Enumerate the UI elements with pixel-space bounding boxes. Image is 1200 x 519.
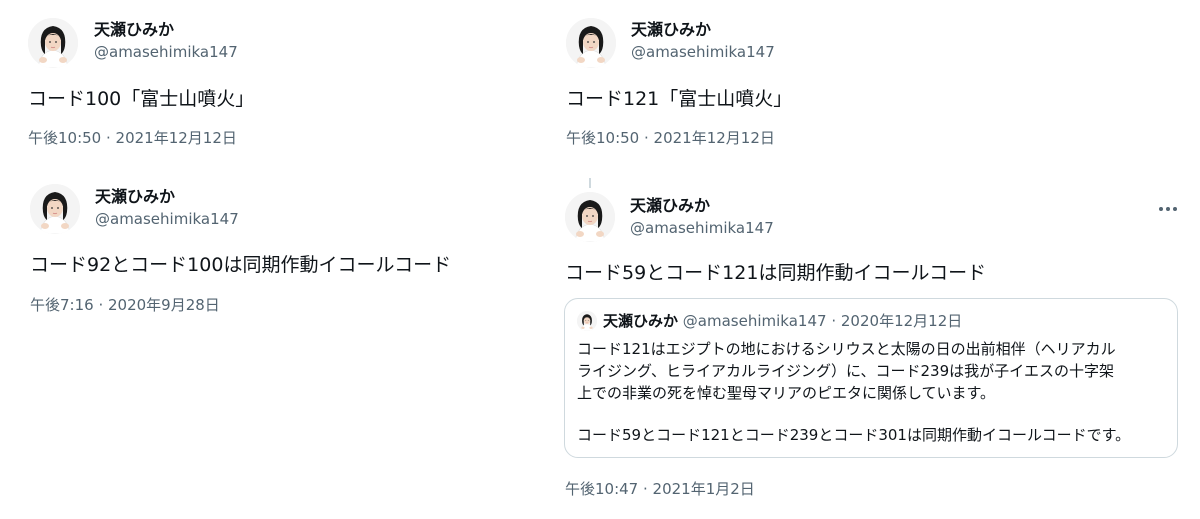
author-handle[interactable]: @amasehimika147 xyxy=(631,42,775,62)
quoted-text-line-3: 上での非業の死を悼む聖母マリアのピエタに関係しています。 xyxy=(577,384,996,402)
avatar[interactable] xyxy=(30,184,80,234)
author-handle[interactable]: @amasehimika147 xyxy=(95,209,239,229)
tweet-timestamp[interactable]: 午後10:47 · 2021年1月2日 xyxy=(565,479,755,499)
tweet-timestamp[interactable]: 午後10:50 · 2021年12月12日 xyxy=(566,128,775,148)
more-dots-svg xyxy=(1159,207,1177,211)
quoted-avatar[interactable] xyxy=(577,311,597,331)
avatar[interactable] xyxy=(28,18,78,68)
quoted-avatar-image xyxy=(577,311,597,331)
quoted-date[interactable]: 2020年12月12日 xyxy=(841,312,962,330)
quoted-tweet[interactable]: 天瀬ひみか @amasehimika147 · 2020年12月12日 コード1… xyxy=(564,298,1178,458)
avatar-image xyxy=(28,18,78,68)
avatar[interactable] xyxy=(565,192,615,242)
author-handle[interactable]: @amasehimika147 xyxy=(94,42,238,62)
quoted-separator: · xyxy=(831,312,837,330)
quoted-author-name[interactable]: 天瀬ひみか xyxy=(603,312,678,330)
avatar-image xyxy=(565,192,615,242)
avatar-image xyxy=(30,184,80,234)
author-name[interactable]: 天瀬ひみか xyxy=(94,20,174,40)
tweet-timestamp[interactable]: 午後7:16 · 2020年9月28日 xyxy=(30,295,220,315)
quoted-text-line-5: コード59とコード121とコード239とコード301は同期作動イコールコードです… xyxy=(577,426,1131,444)
tweet-text: コード121「富士山噴火」 xyxy=(566,88,793,110)
tweet-text: コード59とコード121は同期作動イコールコード xyxy=(565,262,987,284)
quoted-text-line-2: ライジング、ヒライアカルライジング）に、コード239は我が子イエスの十字架 xyxy=(577,362,1114,380)
avatar-image xyxy=(566,18,616,68)
quoted-author-handle[interactable]: @amasehimika147 xyxy=(683,312,827,330)
author-handle[interactable]: @amasehimika147 xyxy=(630,218,774,238)
author-name[interactable]: 天瀬ひみか xyxy=(95,187,175,207)
thread-connector-line xyxy=(589,178,591,188)
author-name[interactable]: 天瀬ひみか xyxy=(630,196,710,216)
tweet-text: コード92とコード100は同期作動イコールコード xyxy=(30,254,452,276)
author-name[interactable]: 天瀬ひみか xyxy=(631,20,711,40)
quoted-text-line-1: コード121はエジプトの地におけるシリウスと太陽の日の出前相伴（ヘリアカル xyxy=(577,340,1116,358)
tweet-text: コード100「富士山噴火」 xyxy=(28,88,255,110)
more-horizontal-icon[interactable] xyxy=(1158,198,1178,216)
tweet-timestamp[interactable]: 午後10:50 · 2021年12月12日 xyxy=(28,128,237,148)
quoted-header: 天瀬ひみか @amasehimika147 · 2020年12月12日 xyxy=(603,311,962,331)
avatar[interactable] xyxy=(566,18,616,68)
